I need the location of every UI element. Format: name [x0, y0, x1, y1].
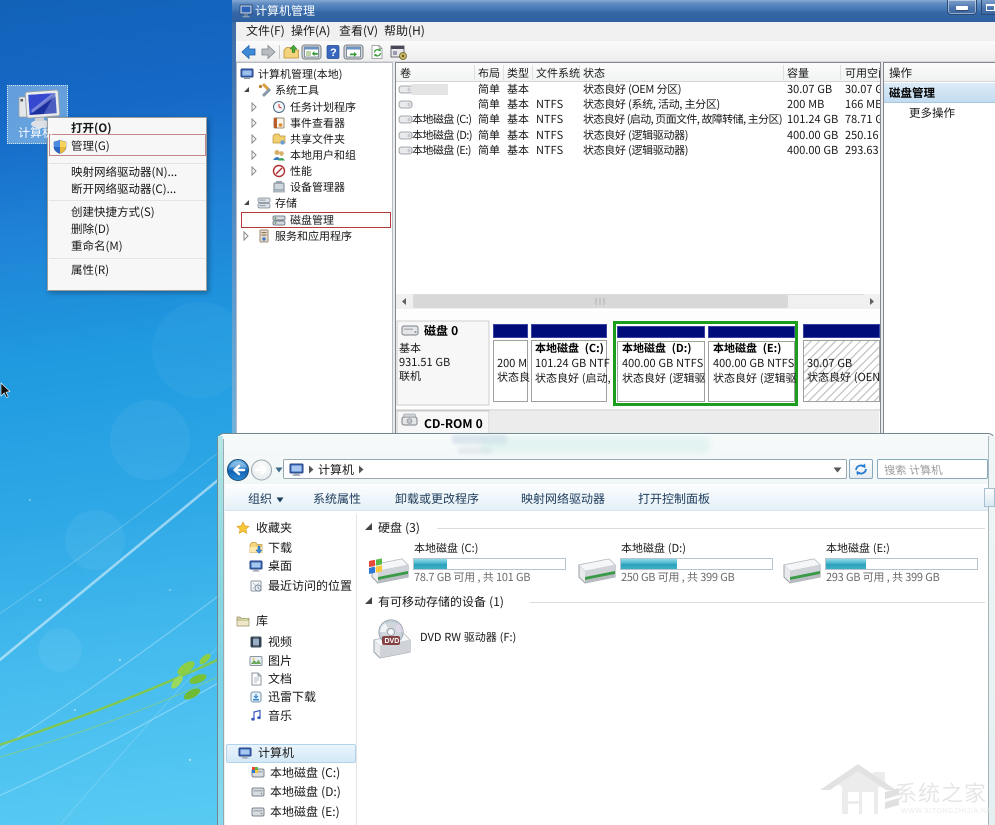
- svg-text:?: ?: [330, 47, 337, 59]
- svg-text:DVD: DVD: [385, 638, 400, 645]
